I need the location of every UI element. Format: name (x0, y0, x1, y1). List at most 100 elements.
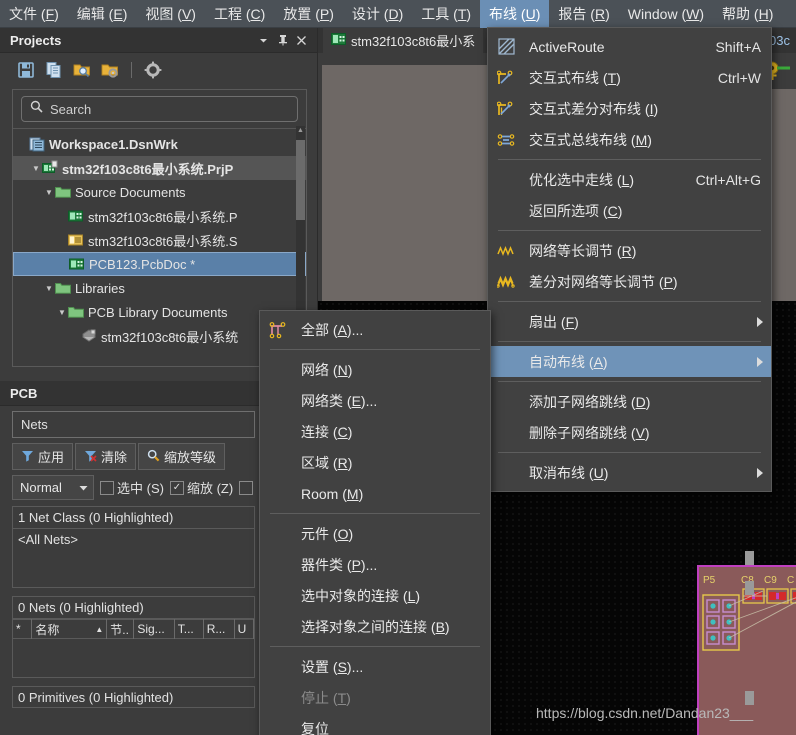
nets-column-4[interactable]: T... (175, 619, 204, 639)
menu-project[interactable]: 工程 (C) (205, 0, 274, 28)
pcb-object-filter[interactable]: Nets (12, 411, 255, 438)
route-menu-item-6-label: 网络等长调节 (R) (529, 242, 637, 259)
autoroute-menu-item-3-label: 连接 (C) (301, 423, 353, 440)
gear-icon[interactable] (143, 60, 163, 80)
autoroute-menu-item-1[interactable]: 网络 (N) (260, 354, 490, 385)
menu-separator (498, 452, 761, 453)
route-menu-item-5[interactable]: 返回所选项 (C) (488, 195, 771, 226)
tree-node-0[interactable]: Workspace1.DsnWrk (13, 132, 306, 156)
scroll-up-arrow[interactable]: ▲ (296, 126, 305, 136)
expand-arrow-icon[interactable]: ▼ (56, 308, 68, 317)
clear-button[interactable]: 清除 (75, 443, 137, 470)
autoroute-menu-item-10[interactable]: 设置 (S)... (260, 651, 490, 682)
pin-icon[interactable] (273, 31, 292, 50)
mode-select[interactable]: Normal (12, 475, 94, 500)
nets-column-6[interactable]: U (235, 619, 255, 639)
nets-list[interactable]: * 名称 ▲ 节.. Sig... T... R... U (12, 618, 255, 678)
route-menu-item-7[interactable]: 差分对网络等长调节 (P) (488, 266, 771, 297)
tree-node-1-label: stm32f103c8t6最小系统.PrjP (62, 161, 234, 177)
route-menu-item-10[interactable]: 添加子网络跳线 (D) (488, 386, 771, 417)
extra-checkbox[interactable] (239, 480, 254, 495)
route-menu-item-9[interactable]: 自动布线 (A) (488, 346, 771, 377)
zoom-checkbox[interactable]: ✓ 缩放 (Z) (169, 478, 233, 497)
nets-column-5[interactable]: R... (204, 619, 235, 639)
route-menu-item-2[interactable]: 交互式差分对布线 (I) (488, 93, 771, 124)
apply-button[interactable]: 应用 (12, 443, 74, 470)
tree-node-2[interactable]: ▼ Source Documents (13, 180, 306, 204)
folder-settings-icon[interactable] (100, 60, 120, 80)
autoroute-menu-item-5[interactable]: Room (M) (260, 478, 490, 509)
chevron-down-icon[interactable] (254, 31, 273, 50)
menu-design[interactable]: 设计 (D) (343, 0, 412, 28)
route-menu-item-1[interactable]: 交互式布线 (T) Ctrl+W (488, 62, 771, 93)
menu-separator (270, 349, 480, 350)
menu-window[interactable]: Window (W) (619, 0, 713, 28)
route-menu-item-10-label: 添加子网络跳线 (D) (529, 393, 651, 410)
menu-tools[interactable]: 工具 (T) (412, 0, 480, 28)
tree-node-2-label: Source Documents (75, 184, 186, 200)
open-folder-search-icon[interactable] (72, 60, 92, 80)
menu-place[interactable]: 放置 (P) (274, 0, 343, 28)
tree-node-5[interactable]: PCB123.PcbDoc * (13, 252, 306, 276)
route-menu-item-0[interactable]: ActiveRoute Shift+A (488, 31, 771, 62)
route-menu-item-4[interactable]: 优化选中走线 (L) Ctrl+Alt+G (488, 164, 771, 195)
folder-icon (55, 280, 71, 296)
menu-separator (498, 159, 761, 160)
list-item[interactable]: <All Nets> (13, 529, 254, 550)
nets-column-2[interactable]: 节.. (107, 619, 135, 639)
copy-icon[interactable] (44, 60, 64, 80)
expand-arrow-icon[interactable]: ▼ (43, 188, 55, 197)
menu-edit[interactable]: 编辑 (E) (68, 0, 137, 28)
scrollbar-thumb[interactable] (296, 140, 305, 220)
tree-node-1[interactable]: ▼ stm32f103c8t6最小系统.PrjP (13, 156, 306, 180)
autoroute-menu-item-11: 停止 (T) (260, 682, 490, 713)
tree-node-3[interactable]: stm32f103c8t6最小系统.P (13, 204, 306, 228)
nets-column-header[interactable]: * 名称 ▲ 节.. Sig... T... R... U (13, 619, 255, 639)
tab-pcb-doc[interactable]: stm32f103c8t6最小系 (323, 28, 484, 53)
autoroute-menu-item-8[interactable]: 选中对象的连接 (L) (260, 580, 490, 611)
route-menu-item-11[interactable]: 删除子网络跳线 (V) (488, 417, 771, 448)
tree-node-0-label: Workspace1.DsnWrk (49, 136, 178, 152)
autoroute-menu-item-7[interactable]: 器件类 (P)... (260, 549, 490, 580)
menu-reports[interactable]: 报告 (R) (549, 0, 618, 28)
autoroute-menu-item-4[interactable]: 区域 (R) (260, 447, 490, 478)
tree-node-6[interactable]: ▼ Libraries (13, 276, 306, 300)
autoroute-menu-item-6[interactable]: 元件 (O) (260, 518, 490, 549)
menu-help[interactable]: 帮助 (H) (713, 0, 782, 28)
apply-button-label: 应用 (38, 450, 65, 465)
menu-route[interactable]: 布线 (U) (480, 0, 550, 28)
autoroute-menu-item-6-label: 元件 (O) (301, 525, 354, 542)
route-menu-item-6[interactable]: 网络等长调节 (R) (488, 235, 771, 266)
application-window: 文件 (F) 编辑 (E) 视图 (V) 工程 (C) 放置 (P) 设计 (D) 工具 (… (0, 0, 796, 735)
search-input[interactable]: Search (21, 96, 298, 122)
nets-column-3[interactable]: Sig... (134, 619, 175, 639)
autoroute-menu-item-5-label: Room (M) (301, 485, 364, 502)
nets-column-1[interactable]: 名称 ▲ (32, 619, 108, 639)
autoroute-menu-item-2[interactable]: 网络类 (E)... (260, 385, 490, 416)
net-class-list[interactable]: <All Nets> (12, 528, 255, 588)
select-checkbox[interactable]: 选中 (S) (100, 478, 164, 497)
route-menu-item-1-accel: Ctrl+W (717, 69, 761, 86)
autoroute-menu-item-3[interactable]: 连接 (C) (260, 416, 490, 447)
route-menu-item-12[interactable]: 取消布线 (U) (488, 457, 771, 488)
route-menu-item-5-label: 返回所选项 (C) (529, 202, 623, 219)
tree-node-4[interactable]: stm32f103c8t6最小系统.S (13, 228, 306, 252)
save-icon[interactable] (16, 60, 36, 80)
route-menu-item-11-label: 删除子网络跳线 (V) (529, 424, 650, 441)
projects-panel-title: Projects (10, 32, 62, 48)
zoom-level-button[interactable]: 缩放等级 (138, 443, 226, 470)
menu-file[interactable]: 文件 (F) (0, 0, 68, 28)
diff-pair-route-icon (496, 99, 516, 119)
autoroute-menu-item-12[interactable]: 复位 (260, 713, 490, 735)
expand-arrow-icon[interactable]: ▼ (43, 284, 55, 293)
nets-column-0[interactable]: * (13, 619, 33, 639)
menu-view[interactable]: 视图 (V) (136, 0, 205, 28)
autoroute-menu-item-0[interactable]: 全部 (A)... (260, 314, 490, 345)
route-menu-item-8[interactable]: 扇出 (F) (488, 306, 771, 337)
close-icon[interactable] (292, 31, 311, 50)
route-menu-item-3[interactable]: 交互式总线布线 (M) (488, 124, 771, 155)
route-menu-item-2-label: 交互式差分对布线 (I) (529, 100, 659, 117)
expand-arrow-icon[interactable]: ▼ (30, 164, 42, 173)
autoroute-menu-item-9[interactable]: 选择对象之间的连接 (B) (260, 611, 490, 642)
bus-route-icon (496, 130, 516, 150)
